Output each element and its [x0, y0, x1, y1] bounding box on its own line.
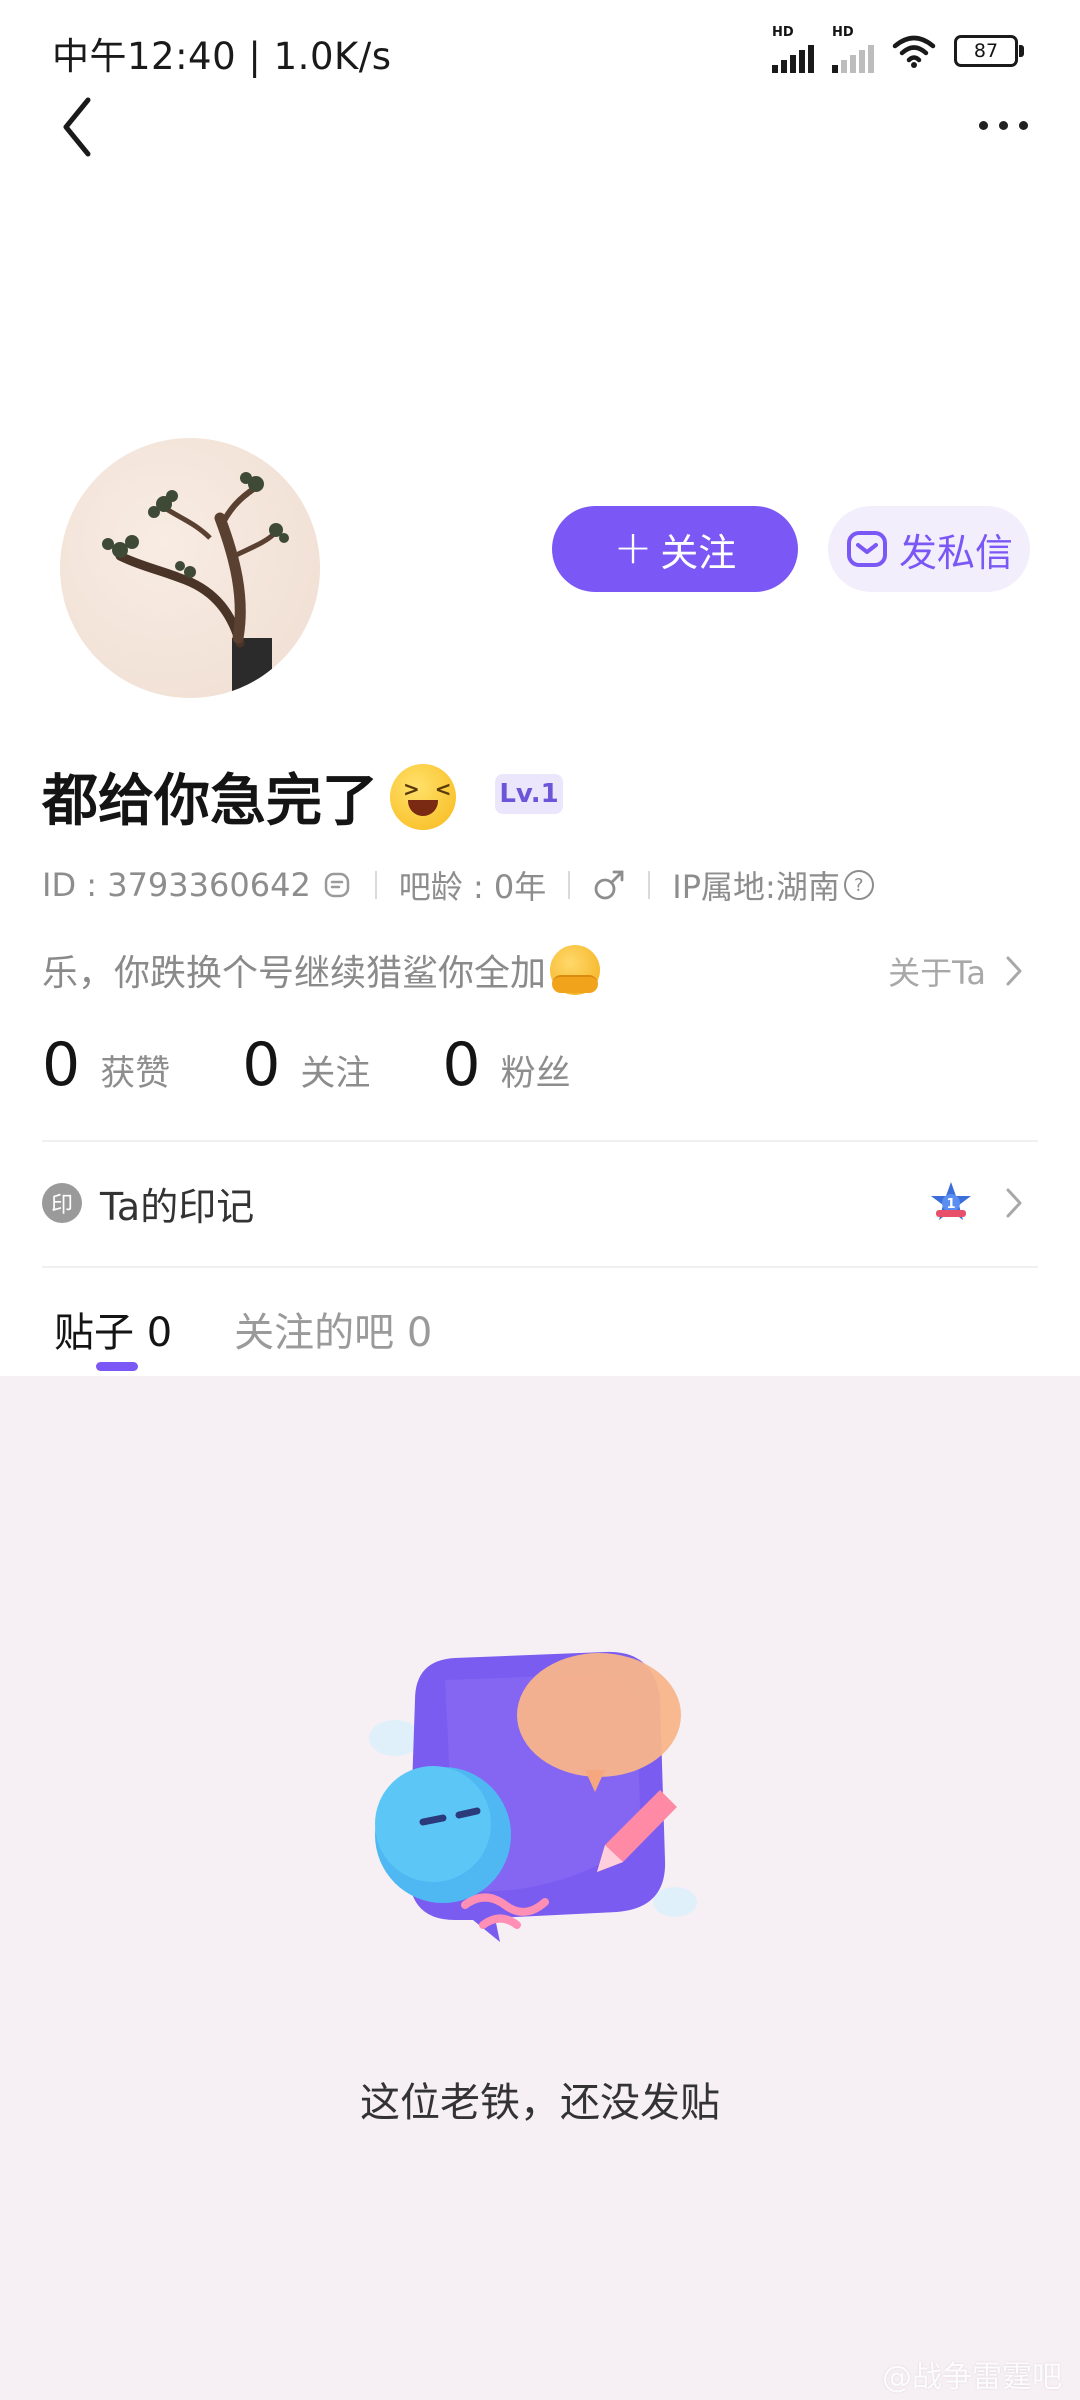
divider: [568, 871, 571, 899]
profile-meta: ID : 3793360642 吧龄 : 0年 IP属地:湖南 ?: [42, 862, 874, 908]
divider: [374, 871, 377, 899]
about-link[interactable]: 关于Ta: [888, 948, 1024, 994]
back-button[interactable]: [52, 92, 112, 162]
laughing-emoji-icon: [390, 763, 456, 830]
ip-location: IP属地:湖南: [672, 868, 840, 906]
avatar[interactable]: [60, 438, 320, 698]
follow-button[interactable]: + 关注: [552, 506, 798, 592]
bio-text: 乐，你跌换个号继续猎鲨你全加: [42, 953, 547, 994]
message-label: 发私信: [898, 530, 1013, 575]
tab-label: 关注的吧: [234, 1310, 395, 1356]
stat-number: 0: [442, 1030, 481, 1100]
stat-fans[interactable]: 0 粉丝: [442, 1030, 570, 1100]
tab-posts[interactable]: 贴子 0: [54, 1300, 173, 1371]
seal-badges: 1: [928, 1180, 1024, 1226]
stat-following[interactable]: 0 关注: [242, 1030, 370, 1100]
divider: [648, 871, 651, 899]
stat-number: 0: [42, 1030, 81, 1100]
tab-label: 贴子: [54, 1310, 134, 1356]
badge-number: 1: [946, 1197, 955, 1212]
seal-label: Ta的印记: [100, 1184, 255, 1229]
chevron-right-icon: [1006, 956, 1022, 986]
bio: 乐，你跌换个号继续猎鲨你全加: [42, 944, 601, 996]
empty-state-message: 这位老铁，还没发贴: [360, 2080, 720, 2126]
about-label: 关于Ta: [888, 954, 986, 992]
watermark: @战争雷霆吧: [882, 2352, 1062, 2396]
empty-posts-illustration: [369, 1651, 697, 1942]
clock-text: 中午12:40: [52, 35, 237, 78]
stat-likes[interactable]: 0 获赞: [42, 1030, 170, 1100]
level-badge[interactable]: Lv.1: [495, 774, 563, 814]
send-message-button[interactable]: 发私信: [828, 506, 1030, 592]
stat-label: 粉丝: [500, 1054, 571, 1094]
tab-count: 0: [406, 1310, 433, 1356]
seal-row[interactable]: 印 Ta的印记 1: [42, 1140, 1038, 1266]
more-horizontal-icon: [978, 120, 988, 130]
username-text: 都给你急完了: [42, 769, 378, 834]
signal-icon: HD: [772, 25, 814, 73]
username: 都给你急完了: [42, 756, 456, 837]
hugging-emoji-icon: [550, 945, 601, 995]
stat-label: 关注: [300, 1054, 371, 1094]
chevron-right-icon: [1006, 1188, 1022, 1218]
message-icon: [846, 531, 887, 567]
tab-bar: 贴子 0 关注的吧 0: [54, 1300, 432, 1371]
signal-icon-secondary: HD: [832, 25, 874, 73]
chevron-left-icon: [63, 97, 91, 157]
stat-label: 获赞: [100, 1054, 171, 1094]
tab-indicator: [96, 1362, 138, 1371]
bar-age: 吧龄 : 0年: [398, 868, 547, 906]
battery-level: 87: [973, 40, 999, 62]
user-id: ID : 3793360642: [42, 866, 311, 904]
stats-row: 0 获赞 0 关注 0 粉丝: [42, 1030, 643, 1100]
star-badge-icon: 1: [931, 1182, 971, 1220]
follow-label: 关注: [660, 530, 737, 575]
stat-number: 0: [242, 1030, 281, 1100]
hd-label: HD: [832, 25, 854, 40]
tab-followed-bars[interactable]: 关注的吧 0: [234, 1300, 432, 1358]
wifi-icon: [892, 35, 936, 68]
battery-icon: 87: [954, 35, 1024, 67]
tab-count: 0: [146, 1310, 173, 1356]
status-bar-icons: HD HD 87: [772, 25, 1024, 74]
hd-label: HD: [772, 25, 794, 40]
watermark-text: @战争雷霆吧: [882, 2360, 1062, 2395]
male-icon: [594, 870, 624, 900]
bonsai-tree-image: [102, 472, 289, 698]
plus-icon: +: [613, 520, 653, 574]
help-icon[interactable]: ?: [843, 870, 874, 900]
network-speed: 1.0K/s: [273, 35, 392, 78]
copy-icon[interactable]: [323, 870, 353, 900]
more-options-button[interactable]: [968, 105, 1038, 145]
divider: [42, 1266, 1038, 1268]
status-bar-time: 中午12:40 | 1.0K/s: [52, 35, 392, 78]
seal-icon: 印: [42, 1183, 82, 1223]
